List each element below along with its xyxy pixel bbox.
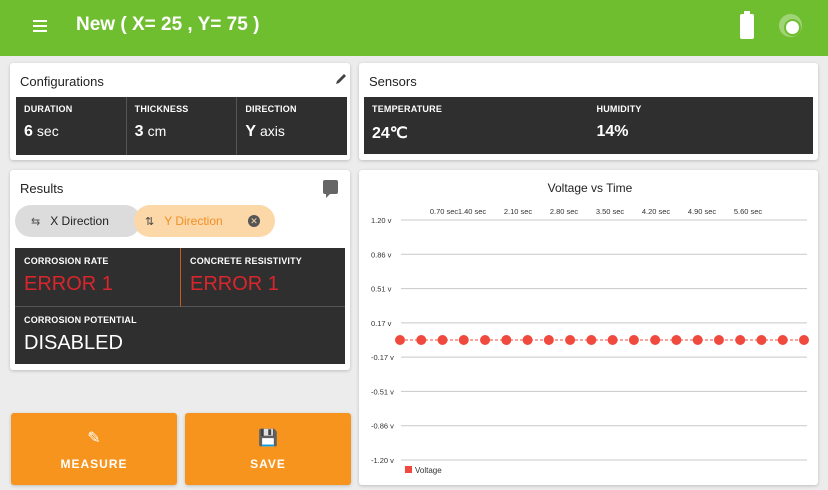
humidity-stat: HUMIDITY 14% <box>589 97 814 154</box>
y-tick-label: -0.17 v <box>371 353 394 362</box>
x-tick-label: 2.80 sec <box>550 207 579 216</box>
temperature-stat: TEMPERATURE 24℃ <box>364 97 589 154</box>
battery-icon <box>740 11 754 39</box>
humidity-label: HUMIDITY <box>596 104 642 114</box>
temperature-label: TEMPERATURE <box>372 104 443 114</box>
voltage-point <box>671 335 682 345</box>
measure-label: MEASURE <box>60 457 128 471</box>
edit-icon[interactable] <box>334 72 348 86</box>
corrosion-potential-value: DISABLED <box>24 332 123 354</box>
thickness-stat: THICKNESS 3 cm <box>127 97 238 155</box>
x-tick-label: 4.90 sec <box>688 207 717 216</box>
close-icon[interactable]: ✕ <box>248 215 260 227</box>
sensors-title: Sensors <box>369 74 417 89</box>
voltage-point <box>777 335 788 345</box>
results-values: CORROSION RATE ERROR 1 CONCRETE RESISTIV… <box>15 248 345 364</box>
x-tick-label: 4.20 sec <box>642 207 671 216</box>
corrosion-potential: CORROSION POTENTIAL DISABLED <box>15 307 345 364</box>
voltage-point <box>522 335 533 345</box>
y-tick-label: -0.86 v <box>371 422 394 431</box>
connection-status-icon[interactable] <box>779 14 802 37</box>
y-tick-label: 0.17 v <box>371 319 392 328</box>
voltage-point <box>650 335 661 345</box>
corrosion-rate-label: CORROSION RATE <box>24 256 109 266</box>
voltage-point <box>437 335 448 345</box>
corrosion-potential-label: CORROSION POTENTIAL <box>24 315 137 325</box>
voltage-point <box>756 335 767 345</box>
thickness-value: 3 cm <box>134 123 167 140</box>
voltage-point <box>713 335 724 345</box>
app-bar: New ( X= 25 , Y= 75 ) <box>0 0 828 56</box>
direction-label: DIRECTION <box>245 104 297 114</box>
sensors-card: Sensors TEMPERATURE 24℃ HUMIDITY 14% <box>359 63 818 160</box>
voltage-chart: Voltage vs Time 1.20 v 0.86 v 0.51 v 0.17 v -… <box>371 181 809 475</box>
voltage-point <box>416 335 427 345</box>
y-tick-label: -1.20 v <box>371 456 394 465</box>
y-tick-label: 0.86 v <box>371 250 392 259</box>
y-tick-label: -0.51 v <box>371 387 394 396</box>
save-label: SAVE <box>250 457 286 471</box>
save-button[interactable]: 💾 SAVE <box>185 413 351 485</box>
legend-swatch <box>405 466 412 473</box>
duration-stat: DURATION 6 sec <box>16 97 127 155</box>
measure-icon: ✎ <box>87 430 101 447</box>
x-tick-label: 1.40 sec <box>458 207 487 216</box>
swap-vertical-icon: ⇅ <box>145 215 155 228</box>
voltage-point <box>586 335 597 345</box>
results-card: Results ⇆ X Direction ⇅ Y Direction ✕ CO… <box>10 170 350 370</box>
x-direction-label: X Direction <box>50 214 109 228</box>
voltage-point <box>628 335 639 345</box>
thickness-label: THICKNESS <box>134 104 189 114</box>
measure-button[interactable]: ✎ MEASURE <box>11 413 177 485</box>
duration-value: 6 sec <box>24 123 59 140</box>
voltage-point <box>565 335 576 345</box>
voltage-chart-card: Voltage vs Time 1.20 v 0.86 v 0.51 v 0.17 v -… <box>359 170 818 485</box>
direction-stat: DIRECTION Yaxis <box>237 97 347 155</box>
chart-title: Voltage vs Time <box>548 181 633 195</box>
configurations-card: Configurations DURATION 6 sec THICKNESS 3… <box>10 63 350 160</box>
voltage-point <box>692 335 703 345</box>
comment-icon[interactable] <box>323 180 338 198</box>
voltage-point <box>501 335 512 345</box>
voltage-point <box>395 335 405 345</box>
direction-value: Yaxis <box>245 123 285 140</box>
results-title: Results <box>20 181 64 196</box>
x-direction-chip[interactable]: ⇆ X Direction <box>15 205 141 237</box>
x-tick-label: 5.60 sec <box>734 207 763 216</box>
corrosion-rate-value: ERROR 1 <box>24 273 113 295</box>
page-title: New ( X= 25 , Y= 75 ) <box>76 14 260 35</box>
voltage-point <box>735 335 746 345</box>
x-tick-label: 0.70 sec <box>430 207 459 216</box>
voltage-point <box>607 335 618 345</box>
duration-label: DURATION <box>24 104 73 114</box>
y-tick-label: 1.20 v <box>371 216 392 225</box>
voltage-point <box>543 335 554 345</box>
concrete-resistivity-value: ERROR 1 <box>190 273 279 295</box>
legend-label: Voltage <box>415 466 442 475</box>
x-tick-label: 3.50 sec <box>596 207 625 216</box>
swap-horizontal-icon: ⇆ <box>31 215 41 228</box>
sensor-stats: TEMPERATURE 24℃ HUMIDITY 14% <box>364 97 813 154</box>
voltage-point <box>480 335 491 345</box>
y-direction-chip[interactable]: ⇅ Y Direction ✕ <box>134 205 275 237</box>
y-direction-label: Y Direction <box>164 214 223 228</box>
configurations-title: Configurations <box>20 74 104 89</box>
temperature-value: 24℃ <box>372 125 408 142</box>
concrete-resistivity-label: CONCRETE RESISTIVITY <box>190 256 303 266</box>
corrosion-rate: CORROSION RATE ERROR 1 <box>15 248 181 307</box>
x-tick-label: 2.10 sec <box>504 207 533 216</box>
voltage-point <box>799 335 809 345</box>
y-tick-label: 0.51 v <box>371 285 392 294</box>
humidity-value: 14% <box>596 123 629 140</box>
voltage-point <box>458 335 469 345</box>
configuration-stats: DURATION 6 sec THICKNESS 3 cm DIRECTION Ya… <box>16 97 347 155</box>
menu-icon[interactable] <box>33 20 47 32</box>
save-icon: 💾 <box>258 430 278 447</box>
concrete-resistivity: CONCRETE RESISTIVITY ERROR 1 <box>181 248 345 307</box>
